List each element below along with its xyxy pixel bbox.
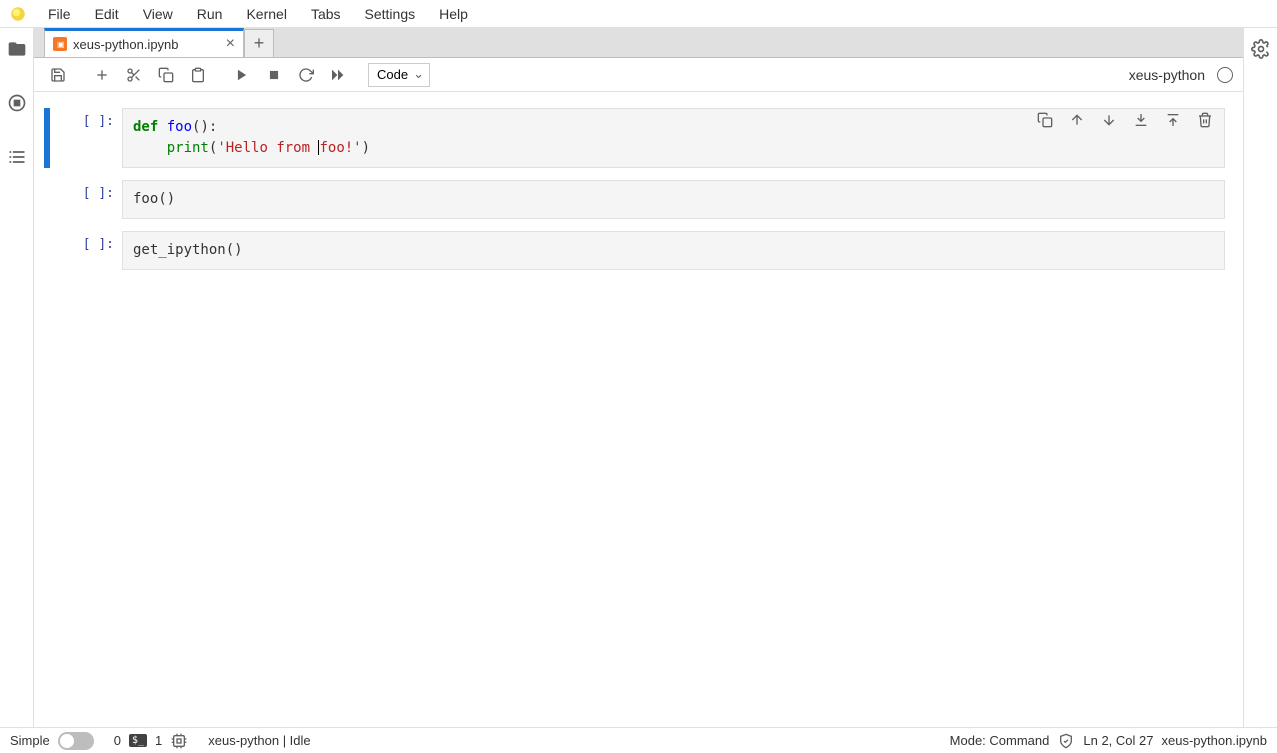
- stop-button[interactable]: [260, 61, 288, 89]
- terminal-icon[interactable]: $_: [129, 734, 147, 747]
- cut-button[interactable]: [120, 61, 148, 89]
- menu-run[interactable]: Run: [185, 2, 235, 26]
- kernels-count: 1: [155, 733, 162, 748]
- insert-below-icon[interactable]: [1163, 110, 1183, 130]
- kernel-status-text[interactable]: xeus-python | Idle: [208, 733, 310, 748]
- menu-kernel[interactable]: Kernel: [234, 2, 298, 26]
- menu-edit[interactable]: Edit: [83, 2, 131, 26]
- notebook-icon: ▣: [53, 37, 67, 51]
- menu-file[interactable]: File: [36, 2, 83, 26]
- svg-text:▣: ▣: [57, 40, 65, 49]
- status-bar: Simple 0 $_ 1 xeus-python | Idle Mode: C…: [0, 727, 1277, 753]
- simple-mode-label: Simple: [10, 733, 50, 748]
- duplicate-icon[interactable]: [1035, 110, 1055, 130]
- kernel-name-label[interactable]: xeus-python: [1129, 67, 1205, 83]
- property-inspector-icon[interactable]: [1248, 36, 1274, 62]
- code-cell[interactable]: [ ]:get_ipython(): [44, 231, 1225, 270]
- menu-tabs[interactable]: Tabs: [299, 2, 353, 26]
- cell-input[interactable]: get_ipython(): [122, 231, 1225, 270]
- folder-icon[interactable]: [4, 36, 30, 62]
- main-area: ▣ xeus-python.ipynb × +: [0, 28, 1277, 727]
- cell-prompt: [ ]:: [52, 180, 122, 219]
- mode-text: Mode: Command: [950, 733, 1050, 748]
- code-cell[interactable]: [ ]:def foo(): print('Hello from foo!'): [44, 108, 1225, 168]
- run-button[interactable]: [228, 61, 256, 89]
- running-icon[interactable]: [4, 90, 30, 116]
- simple-mode-toggle[interactable]: [58, 732, 94, 750]
- save-button[interactable]: [44, 61, 72, 89]
- toc-icon[interactable]: [4, 144, 30, 170]
- cell-collapser[interactable]: [44, 108, 50, 168]
- cell-prompt: [ ]:: [52, 108, 122, 168]
- run-all-button[interactable]: [324, 61, 352, 89]
- insert-above-icon[interactable]: [1131, 110, 1151, 130]
- left-sidebar: [0, 28, 34, 727]
- cell-prompt: [ ]:: [52, 231, 122, 270]
- trusted-icon[interactable]: [1057, 732, 1075, 750]
- jupyter-logo[interactable]: [8, 4, 28, 24]
- notebook-body[interactable]: [ ]:def foo(): print('Hello from foo!')[…: [34, 92, 1243, 727]
- move-up-icon[interactable]: [1067, 110, 1087, 130]
- right-sidebar: [1243, 28, 1277, 727]
- notebook-toolbar: Code xeus-python: [34, 58, 1243, 92]
- cell-toolbar: [1035, 110, 1215, 130]
- tab-notebook[interactable]: ▣ xeus-python.ipynb ×: [44, 28, 244, 57]
- terminals-count: 0: [114, 733, 121, 748]
- restart-button[interactable]: [292, 61, 320, 89]
- delete-icon[interactable]: [1195, 110, 1215, 130]
- add-cell-button[interactable]: [88, 61, 116, 89]
- cell-collapser[interactable]: [44, 180, 50, 219]
- paste-button[interactable]: [184, 61, 212, 89]
- kernel-sessions-icon[interactable]: [170, 732, 188, 750]
- menu-help[interactable]: Help: [427, 2, 480, 26]
- code-cell[interactable]: [ ]:foo(): [44, 180, 1225, 219]
- cell-type-select[interactable]: Code: [368, 63, 430, 87]
- content-area: ▣ xeus-python.ipynb × +: [34, 28, 1243, 727]
- filename-status[interactable]: xeus-python.ipynb: [1161, 733, 1267, 748]
- move-down-icon[interactable]: [1099, 110, 1119, 130]
- cell-collapser[interactable]: [44, 231, 50, 270]
- cell-input[interactable]: foo(): [122, 180, 1225, 219]
- cursor-position[interactable]: Ln 2, Col 27: [1083, 733, 1153, 748]
- menu-view[interactable]: View: [131, 2, 185, 26]
- tab-bar: ▣ xeus-python.ipynb × +: [34, 28, 1243, 58]
- copy-button[interactable]: [152, 61, 180, 89]
- menu-settings[interactable]: Settings: [353, 2, 428, 26]
- tab-title: xeus-python.ipynb: [73, 37, 179, 52]
- kernel-status-indicator[interactable]: [1217, 67, 1233, 83]
- close-icon[interactable]: ×: [226, 36, 235, 52]
- add-tab-button[interactable]: +: [244, 29, 274, 57]
- menu-bar: File Edit View Run Kernel Tabs Settings …: [0, 0, 1277, 28]
